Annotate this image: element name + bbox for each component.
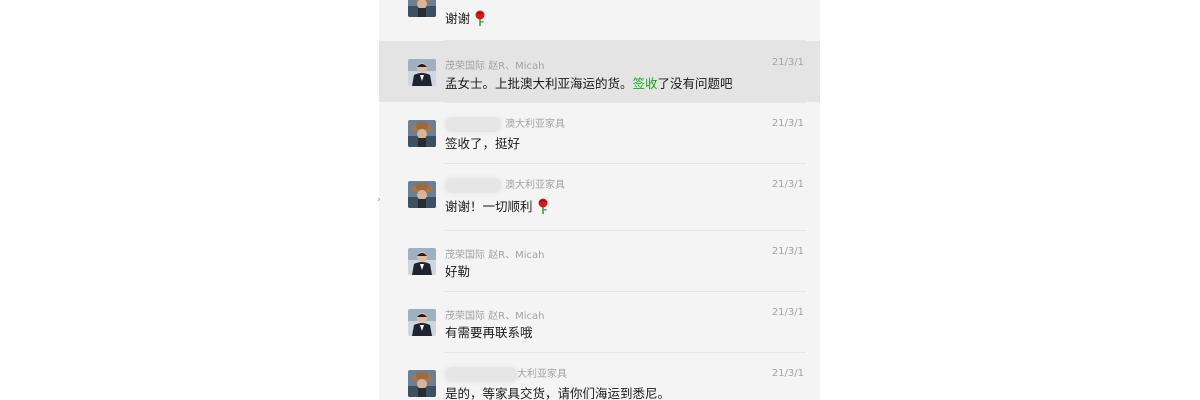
avatar[interactable] [408, 181, 436, 208]
rose-emoji-icon [537, 198, 549, 217]
panel-edge-mark: › [377, 195, 381, 205]
message-time: 21/3/1 [771, 307, 804, 318]
list-item[interactable]: 大利亚家具 21/3/1 是的，等家具交货，请你们海运到悉尼。 [379, 353, 820, 400]
sender-group: 澳大利亚家具 [505, 119, 565, 130]
message-text: 有需要再联系哦 [445, 325, 533, 340]
avatar[interactable] [408, 120, 436, 147]
message-text-after: 了没有问题吧 [657, 76, 733, 91]
message-text: 谢谢！一切顺利 [445, 196, 549, 217]
list-item[interactable]: 谢谢 [379, 0, 820, 40]
sender-name: 茂荣国际 赵R、Micah [445, 61, 545, 72]
message-text: 孟女士。上批澳大利亚海运的货。签收了没有问题吧 [445, 73, 733, 92]
list-item[interactable]: 澳大利亚家具 21/3/1 签收了，挺好 [379, 103, 820, 163]
redacted-name-blur [445, 366, 517, 382]
avatar[interactable] [408, 370, 436, 397]
sender-group: 大利亚家具 [517, 369, 567, 380]
sender-name: 茂荣国际 赵R、Micah [445, 311, 545, 322]
highlighted-keyword-link[interactable]: 签收 [633, 76, 658, 91]
message-text: 是的，等家具交货，请你们海运到悉尼。 [445, 386, 671, 400]
message-text: 谢谢 [445, 8, 486, 29]
sender-name: 茂荣国际 赵R、Micah [445, 250, 545, 261]
message-time: 21/3/1 [771, 118, 804, 129]
list-item-selected[interactable]: 茂荣国际 赵R、Micah 21/3/1 孟女士。上批澳大利亚海运的货。签收了没… [379, 41, 820, 102]
chat-message-list[interactable]: 谢谢 茂荣国际 赵R、Micah 21/3/1 孟女士。上批澳大利亚海运的货。签… [379, 0, 820, 400]
message-time: 21/3/1 [771, 368, 804, 379]
redacted-name-blur [445, 116, 501, 132]
message-text: 签收了，挺好 [445, 136, 521, 151]
redacted-name-blur [445, 177, 501, 193]
message-text: 好勒 [445, 264, 471, 279]
list-item[interactable]: 茂荣国际 赵R、Micah 21/3/1 有需要再联系哦 [379, 292, 820, 352]
avatar[interactable] [408, 309, 436, 336]
avatar[interactable] [408, 59, 436, 86]
message-time: 21/3/1 [771, 57, 804, 68]
message-text-content: 谢谢！一切顺利 [445, 199, 533, 214]
rose-emoji-icon [474, 10, 486, 29]
sender-name: 澳大利亚家具 [445, 115, 565, 132]
avatar[interactable] [408, 248, 436, 275]
sender-name: 澳大利亚家具 [445, 176, 565, 193]
list-item[interactable]: 澳大利亚家具 21/3/1 谢谢！一切顺利 [379, 164, 820, 230]
list-item[interactable]: 茂荣国际 赵R、Micah 21/3/1 好勒 [379, 231, 820, 291]
avatar[interactable] [408, 0, 436, 17]
message-text-content: 谢谢 [445, 11, 471, 26]
message-time: 21/3/1 [771, 246, 804, 257]
message-text-before: 孟女士。上批澳大利亚海运的货。 [445, 76, 633, 91]
message-time: 21/3/1 [771, 179, 804, 190]
sender-name: 大利亚家具 [445, 365, 567, 382]
sender-group: 澳大利亚家具 [505, 180, 565, 191]
